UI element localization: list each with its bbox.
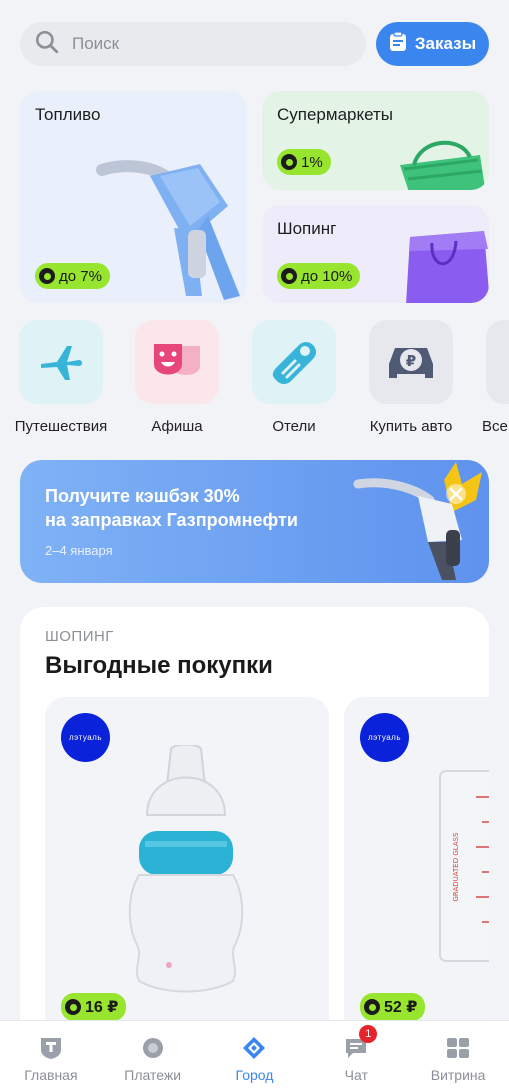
- cashback-badge: 1%: [277, 149, 331, 175]
- car-ruble-icon: ₽: [369, 320, 453, 404]
- home-shield-icon: [38, 1035, 64, 1061]
- tab-label: Витрина: [430, 1067, 486, 1083]
- tab-payments[interactable]: Платежи: [102, 1021, 204, 1090]
- category-card-shopping[interactable]: Шопинг до 10%: [262, 205, 489, 303]
- shopping-section: ШОПИНГ Выгодные покупки лэтуаль 16 ₽ лэт…: [20, 607, 489, 1090]
- bottom-tab-bar: Главная Платежи Город 1 Чат Витрина: [0, 1020, 509, 1090]
- price-value: 52 ₽: [384, 999, 418, 1016]
- showcase-icon: [445, 1035, 471, 1061]
- cashback-value: 1%: [301, 153, 323, 171]
- tab-city[interactable]: Город: [204, 1021, 306, 1090]
- cashback-value: до 7%: [59, 267, 102, 285]
- tab-showcase[interactable]: Витрина: [407, 1021, 509, 1090]
- tab-label: Чат: [344, 1067, 368, 1083]
- search-input[interactable]: Поиск: [20, 22, 366, 66]
- shortcut-hotels[interactable]: Отели: [235, 320, 353, 435]
- chat-notification-badge: 1: [359, 1025, 378, 1043]
- price-badge: 16 ₽: [61, 993, 127, 1021]
- search-icon: [34, 29, 60, 60]
- promo-title-line1: Получите кэшбэк 30%: [45, 486, 240, 506]
- brand-logo: лэтуаль: [61, 713, 110, 762]
- category-title: Супермаркеты: [277, 105, 394, 124]
- fuel-nozzle-illustration: [353, 462, 482, 580]
- more-icon: [486, 320, 509, 404]
- cashback-dot-icon: [364, 999, 380, 1015]
- search-placeholder: Поиск: [72, 34, 120, 53]
- section-kicker: ШОПИНГ: [45, 628, 114, 645]
- cashback-dot-icon: [281, 154, 297, 170]
- tab-label: Главная: [24, 1067, 78, 1083]
- shortcut-events[interactable]: Афиша: [118, 320, 236, 435]
- brand-logo: лэтуаль: [360, 713, 409, 762]
- cashback-badge: до 7%: [35, 263, 110, 289]
- tab-label: Город: [235, 1067, 274, 1083]
- shopping-basket-icon: [400, 140, 486, 190]
- shortcut-label: Путешествия: [14, 418, 108, 435]
- tab-chat[interactable]: 1 Чат: [305, 1021, 407, 1090]
- shopping-bag-icon: [406, 231, 489, 303]
- category-title: Топливо: [35, 105, 101, 124]
- tab-home[interactable]: Главная: [0, 1021, 102, 1090]
- shortcut-label: Отели: [272, 418, 316, 435]
- cashback-value: до 10%: [301, 267, 353, 285]
- category-title: Шопинг: [277, 219, 337, 238]
- promo-title-line2: на заправках Газпромнефти: [45, 510, 298, 530]
- measuring-glass-image: GRADUATED GLASS: [439, 770, 489, 962]
- promo-title: Получите кэшбэк 30% на заправках Газпром…: [45, 484, 345, 532]
- payments-icon: [140, 1035, 166, 1061]
- orders-button[interactable]: Заказы: [376, 22, 489, 66]
- section-title: Выгодные покупки: [45, 652, 273, 679]
- fuel-nozzle-icon: [96, 160, 240, 300]
- airplane-icon: [19, 320, 103, 404]
- shortcut-label: Все: [482, 418, 508, 435]
- promo-date: 2–4 января: [45, 543, 113, 558]
- theater-masks-icon: [135, 320, 219, 404]
- cashback-dot-icon: [281, 268, 297, 284]
- shortcut-all[interactable]: Все: [470, 320, 509, 435]
- baby-bottle-image: [128, 745, 244, 993]
- shortcut-travel[interactable]: Путешествия: [2, 320, 120, 435]
- product-card[interactable]: лэтуаль GRADUATED GLASS 52 ₽: [344, 697, 489, 1037]
- cashback-dot-icon: [65, 999, 81, 1015]
- cashback-dot-icon: [39, 268, 55, 284]
- door-hanger-icon: [252, 320, 336, 404]
- category-card-supermarkets[interactable]: Супермаркеты 1%: [262, 91, 489, 190]
- shortcut-label: Купить авто: [369, 418, 453, 435]
- svg-text:₽: ₽: [406, 352, 416, 370]
- category-card-fuel[interactable]: Топливо до 7%: [20, 91, 247, 303]
- orders-label: Заказы: [414, 34, 477, 53]
- shortcut-label: Афиша: [151, 418, 203, 435]
- city-icon: [241, 1035, 267, 1061]
- svg-text:GRADUATED GLASS: GRADUATED GLASS: [452, 832, 460, 902]
- price-value: 16 ₽: [85, 999, 119, 1016]
- tab-label: Платежи: [124, 1067, 182, 1083]
- cashback-badge: до 10%: [277, 263, 361, 289]
- promo-banner[interactable]: Получите кэшбэк 30% на заправках Газпром…: [20, 460, 489, 583]
- price-badge: 52 ₽: [360, 993, 426, 1021]
- orders-icon: [389, 30, 407, 57]
- shortcut-buy-car[interactable]: ₽ Купить авто: [352, 320, 470, 435]
- product-card[interactable]: лэтуаль 16 ₽: [45, 697, 329, 1037]
